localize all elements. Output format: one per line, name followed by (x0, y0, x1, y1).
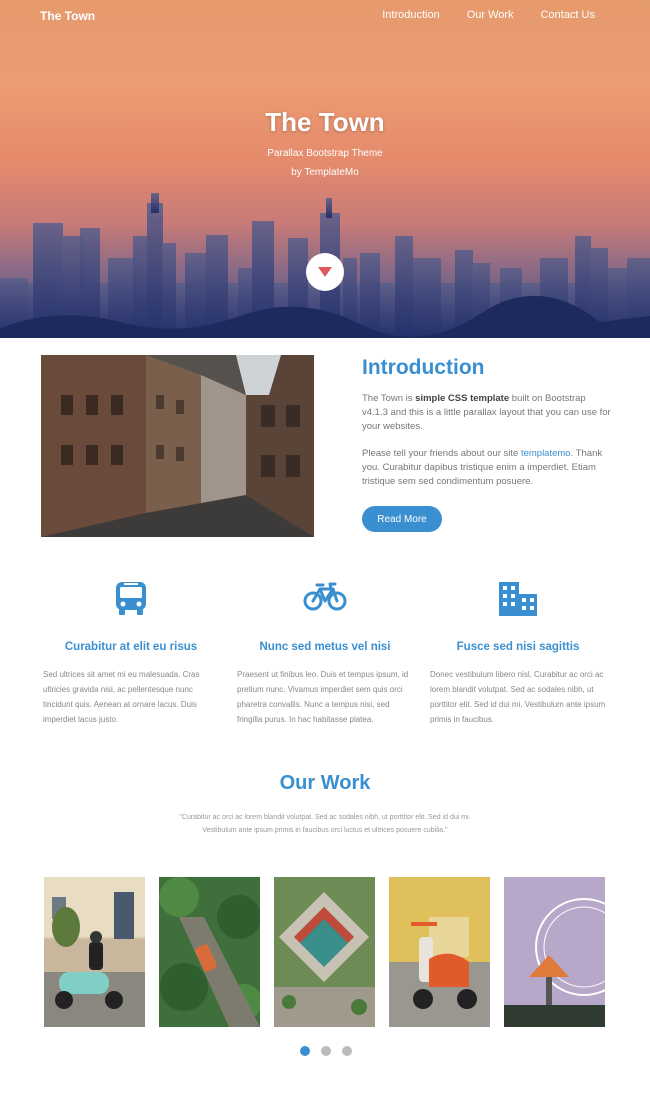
nav-brand[interactable]: The Town (40, 9, 95, 23)
feature-1: Curabitur at elit eu risus Sed ultrices … (43, 580, 219, 724)
nav-link-our-work[interactable]: Our Work (467, 9, 514, 21)
gallery-item-aerial-courtyard[interactable] (274, 877, 375, 1027)
intro-highlight: simple CSS template (415, 393, 510, 404)
our-work-quote: "Curabitur ac orci ac lorem blandit volu… (179, 814, 471, 834)
carousel-dots (300, 1046, 352, 1056)
feature-2-title: Nunc sed metus vel nisi (259, 641, 391, 653)
carousel-dot-2[interactable] (321, 1046, 331, 1056)
scroll-down-button[interactable] (306, 253, 344, 291)
feature-3: Fusce sed nisi sagittis Donec vestibulum… (430, 580, 606, 724)
carousel-dot-3[interactable] (342, 1046, 352, 1056)
templatemo-link[interactable]: templatemo (521, 448, 571, 459)
triangle-down-icon (318, 267, 332, 277)
feature-3-title: Fusce sed nisi sagittis (456, 641, 580, 653)
intro-street-image (41, 355, 314, 537)
hero-byline: by TemplateMo (291, 167, 359, 178)
gallery-item-ferris-wheel[interactable] (504, 877, 605, 1027)
feature-2-text: Praesent ut finibus leo. Duis et tempus … (237, 670, 409, 724)
read-more-button[interactable]: Read More (362, 506, 442, 532)
carousel-dot-1[interactable] (300, 1046, 310, 1056)
intro-title: Introduction (362, 356, 485, 379)
bus-icon (116, 582, 146, 615)
gallery-item-scooter-rider[interactable] (44, 877, 145, 1027)
nav-link-contact-us[interactable]: Contact Us (541, 9, 595, 21)
nav-menu: Introduction Our Work Contact Us (382, 9, 595, 21)
feature-1-title: Curabitur at elit eu risus (64, 641, 198, 653)
bicycle-icon (303, 582, 347, 611)
intro-paragraph-1: The Town is simple CSS template built on… (362, 393, 611, 432)
gallery-item-aerial-street[interactable] (159, 877, 260, 1027)
feature-1-text: Sed ultrices sit amet mi eu malesuada. C… (43, 670, 200, 724)
gallery-item-red-vespa[interactable] (389, 877, 490, 1027)
feature-3-text: Donec vestibulum libero nisl. Curabitur … (430, 670, 606, 724)
hero-section: The Town Introduction Our Work Contact U… (0, 0, 650, 338)
feature-2: Nunc sed metus vel nisi Praesent ut fini… (237, 582, 413, 724)
hero-subtitle: Parallax Bootstrap Theme (267, 148, 383, 159)
our-work-title: Our Work (279, 772, 371, 794)
city-icon (499, 582, 537, 616)
intro-paragraph-2: Please tell your friends about our site … (362, 448, 603, 487)
hero-title: The Town (265, 107, 385, 137)
nav-link-introduction[interactable]: Introduction (382, 9, 439, 21)
